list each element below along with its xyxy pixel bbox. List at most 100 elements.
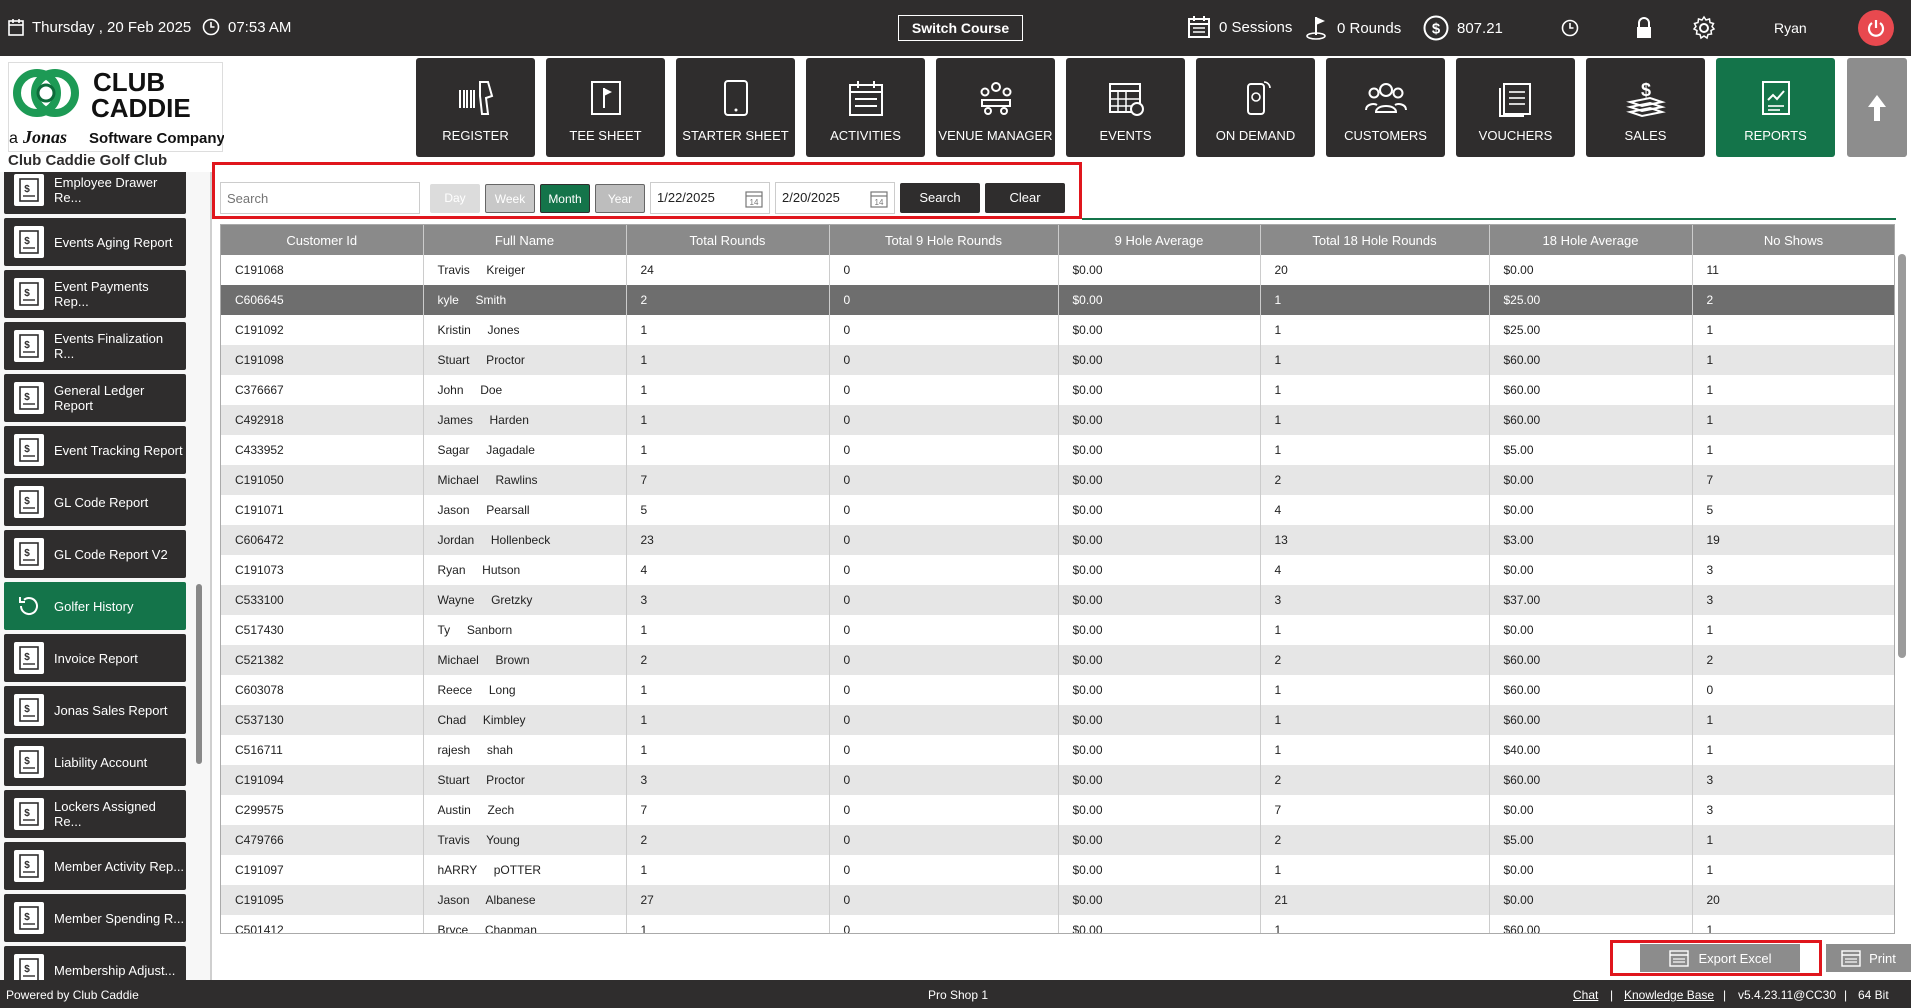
- column-header[interactable]: Customer Id: [221, 225, 424, 255]
- rounds-display[interactable]: 0 Rounds: [1305, 15, 1401, 41]
- sidebar-item[interactable]: $ Member Activity Rep...: [4, 842, 186, 890]
- chat-link[interactable]: Chat: [1573, 988, 1598, 1002]
- table-row[interactable]: C191073 Ryan Hutson 4 0 $0.00 4 $0.00 3: [221, 555, 1894, 585]
- table-cell: $0.00: [1058, 735, 1261, 765]
- table-row[interactable]: C479766 Travis Young 2 0 $0.00 2 $5.00 1: [221, 825, 1894, 855]
- knowledge-base-link[interactable]: Knowledge Base: [1624, 988, 1714, 1002]
- period-month-button[interactable]: Month: [540, 184, 590, 213]
- clock-icon[interactable]: [1561, 19, 1579, 37]
- column-header[interactable]: 18 Hole Average: [1489, 225, 1693, 255]
- sidebar-item[interactable]: Golfer History: [4, 582, 186, 630]
- gear-icon[interactable]: [1691, 15, 1717, 41]
- table-row[interactable]: C299575 Austin Zech 7 0 $0.00 7 $0.00 3: [221, 795, 1894, 825]
- lock-icon[interactable]: [1635, 17, 1653, 39]
- power-button[interactable]: [1858, 10, 1894, 46]
- table-cell: 2: [1260, 465, 1490, 495]
- sidebar-item[interactable]: $ Liability Account: [4, 738, 186, 786]
- table-row[interactable]: C492918 James Harden 1 0 $0.00 1 $60.00 1: [221, 405, 1894, 435]
- logo-text-jonas: Jonas: [22, 127, 67, 147]
- end-date-field[interactable]: 2/20/2025 14: [775, 182, 895, 214]
- table-cell: 21: [1260, 885, 1490, 915]
- nav-vouchers[interactable]: VOUCHERS: [1456, 58, 1575, 157]
- cash-display[interactable]: $ 807.21: [1423, 15, 1503, 41]
- table-row[interactable]: C191068 Travis Kreiger 24 0 $0.00 20 $0.00 11: [221, 255, 1894, 285]
- table-cell: C533100: [221, 585, 424, 615]
- table-row[interactable]: C376667 John Doe 1 0 $0.00 1 $60.00 1: [221, 375, 1894, 405]
- sidebar-item[interactable]: $ GL Code Report V2: [4, 530, 186, 578]
- nav-tee-sheet[interactable]: TEE SHEET: [546, 58, 665, 157]
- table-row[interactable]: C433952 Sagar Jagadale 1 0 $0.00 1 $5.00 1: [221, 435, 1894, 465]
- table-cell: C492918: [221, 405, 424, 435]
- period-week-button[interactable]: Week: [485, 184, 535, 213]
- table-row[interactable]: C533100 Wayne Gretzky 3 0 $0.00 3 $37.00 3: [221, 585, 1894, 615]
- people-icon: [1364, 83, 1407, 113]
- nav-customers[interactable]: CUSTOMERS: [1326, 58, 1445, 157]
- sidebar-item[interactable]: $ Event Tracking Report: [4, 426, 186, 474]
- table-row[interactable]: C521382 Michael Brown 2 0 $0.00 2 $60.00 2: [221, 645, 1894, 675]
- table-cell: $0.00: [1489, 555, 1693, 585]
- column-header[interactable]: No Shows: [1692, 225, 1894, 255]
- column-header[interactable]: Full Name: [423, 225, 627, 255]
- period-year-button[interactable]: Year: [595, 184, 645, 213]
- table-row[interactable]: C191071 Jason Pearsall 5 0 $0.00 4 $0.00 5: [221, 495, 1894, 525]
- sidebar-item[interactable]: $ Event Payments Rep...: [4, 270, 186, 318]
- nav-activities[interactable]: ACTIVITIES: [806, 58, 925, 157]
- table-row[interactable]: C603078 Reece Long 1 0 $0.00 1 $60.00 0: [221, 675, 1894, 705]
- table-cell: Ty Sanborn: [423, 615, 627, 645]
- table-cell: $0.00: [1058, 645, 1261, 675]
- column-header[interactable]: 9 Hole Average: [1058, 225, 1261, 255]
- sidebar-item[interactable]: $ Lockers Assigned Re...: [4, 790, 186, 838]
- table-row[interactable]: C606472 Jordan Hollenbeck 23 0 $0.00 13 $3.00 1…: [221, 525, 1894, 555]
- start-date-field[interactable]: 1/22/2025 14: [650, 182, 770, 214]
- sidebar-item[interactable]: $ Employee Drawer Re...: [4, 172, 186, 214]
- nav-starter-sheet[interactable]: STARTER SHEET: [676, 58, 795, 157]
- sidebar-item[interactable]: $ GL Code Report: [4, 478, 186, 526]
- export-excel-button[interactable]: Export Excel: [1640, 944, 1800, 972]
- sidebar-item[interactable]: $ Events Aging Report: [4, 218, 186, 266]
- table-row[interactable]: C537130 Chad Kimbley 1 0 $0.00 1 $60.00 1: [221, 705, 1894, 735]
- calendar-icon[interactable]: 14: [870, 190, 888, 208]
- nav-venue-manager[interactable]: VENUE MANAGER: [936, 58, 1055, 157]
- table-row[interactable]: C501412 Bryce Chapman 1 0 $0.00 1 $60.00 1: [221, 915, 1894, 933]
- nav-label: REPORTS: [1744, 128, 1807, 143]
- table-row[interactable]: C191050 Michael Rawlins 7 0 $0.00 2 $0.00 7: [221, 465, 1894, 495]
- scroll-up-button[interactable]: [1847, 58, 1907, 157]
- nav-reports[interactable]: REPORTS: [1716, 58, 1835, 157]
- table-row[interactable]: C191098 Stuart Proctor 1 0 $0.00 1 $60.00 1: [221, 345, 1894, 375]
- sidebar-item[interactable]: $ Events Finalization R...: [4, 322, 186, 370]
- nav-events[interactable]: EVENTS: [1066, 58, 1185, 157]
- sidebar-item[interactable]: $ Member Spending R...: [4, 894, 186, 942]
- calendar-icon[interactable]: 14: [745, 190, 763, 208]
- table-row[interactable]: C191095 Jason Albanese 27 0 $0.00 21 $0.00 20: [221, 885, 1894, 915]
- nav-register[interactable]: REGISTER: [416, 58, 535, 157]
- column-header[interactable]: Total 18 Hole Rounds: [1260, 225, 1490, 255]
- nav-sales[interactable]: $ SALES: [1586, 58, 1705, 157]
- sidebar-item[interactable]: $ Jonas Sales Report: [4, 686, 186, 734]
- sidebar-item[interactable]: $ Invoice Report: [4, 634, 186, 682]
- table-row[interactable]: C191092 Kristin Jones 1 0 $0.00 1 $25.00 1: [221, 315, 1894, 345]
- table-scrollbar[interactable]: [1898, 254, 1906, 658]
- table-cell: $0.00: [1058, 795, 1261, 825]
- search-input[interactable]: [220, 182, 420, 214]
- meeting-icon: [980, 82, 1011, 115]
- sidebar-item[interactable]: $ General Ledger Report: [4, 374, 186, 422]
- column-header[interactable]: Total Rounds: [626, 225, 830, 255]
- switch-course-button[interactable]: Switch Course: [898, 15, 1023, 41]
- nav-on-demand[interactable]: ON DEMAND: [1196, 58, 1315, 157]
- table-row[interactable]: C191094 Stuart Proctor 3 0 $0.00 2 $60.00 3: [221, 765, 1894, 795]
- user-name[interactable]: Ryan: [1774, 20, 1807, 36]
- report-icon: $: [14, 798, 44, 830]
- search-button[interactable]: Search: [900, 183, 980, 213]
- period-day-button[interactable]: Day: [430, 184, 480, 213]
- column-header[interactable]: Total 9 Hole Rounds: [829, 225, 1059, 255]
- sidebar-scrollbar[interactable]: [196, 584, 202, 764]
- table-row[interactable]: C517430 Ty Sanborn 1 0 $0.00 1 $0.00 1: [221, 615, 1894, 645]
- sidebar-item[interactable]: $ Membership Adjust...: [4, 946, 186, 980]
- table-row[interactable]: C606645 kyle Smith 2 0 $0.00 1 $25.00 2: [221, 285, 1894, 315]
- sessions-display[interactable]: 0 Sessions: [1187, 15, 1292, 39]
- print-button[interactable]: Print: [1826, 944, 1911, 972]
- table-cell: 0: [829, 405, 1059, 435]
- table-row[interactable]: C516711 rajesh shah 1 0 $0.00 1 $40.00 1: [221, 735, 1894, 765]
- clear-button[interactable]: Clear: [985, 183, 1065, 213]
- table-row[interactable]: C191097 hARRY pOTTER 1 0 $0.00 1 $0.00 1: [221, 855, 1894, 885]
